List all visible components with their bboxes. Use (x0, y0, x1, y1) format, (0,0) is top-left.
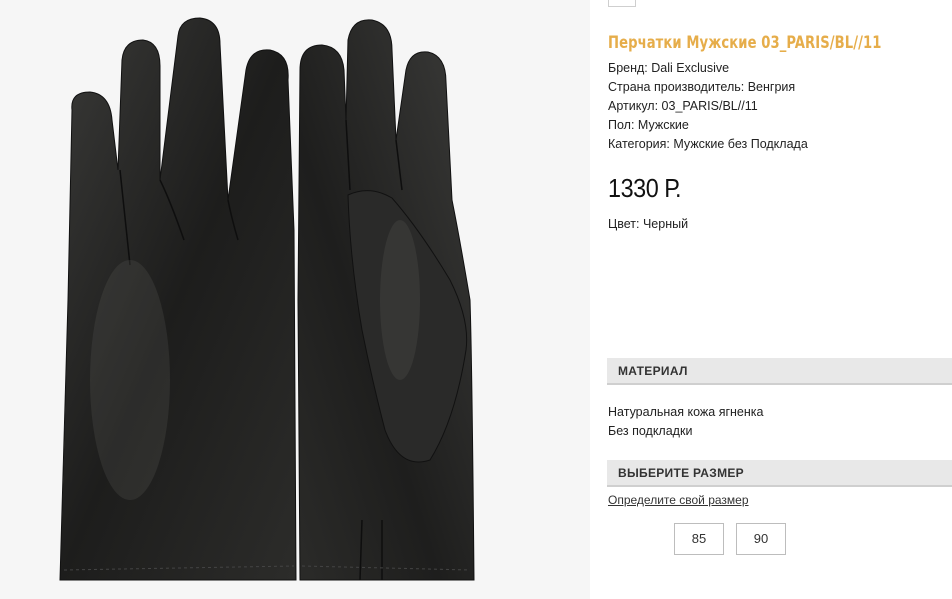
size-option-90[interactable]: 90 (736, 523, 786, 555)
gloves-illustration (59, 17, 475, 581)
product-price: 1330 Р. (608, 173, 682, 203)
product-title: Перчатки Мужские 03_PARIS/BL//11 (608, 33, 882, 53)
product-specs: Бренд: Dali Exclusive Страна производите… (608, 59, 808, 154)
size-guide-link[interactable]: Определите свой размер (608, 493, 749, 507)
size-placeholder-left (598, 510, 666, 583)
size-section-header: ВЫБЕРИТЕ РАЗМЕР (607, 460, 952, 487)
material-description: Натуральная кожа ягненка Без подкладки (608, 403, 763, 441)
spec-gender: Пол: Мужские (608, 118, 689, 132)
size-placeholder-right (798, 512, 880, 587)
product-image (0, 0, 590, 599)
thumbnail-frame[interactable] (608, 0, 636, 7)
spec-country: Страна производитель: Венгрия (608, 80, 796, 94)
color-swatch-area (607, 256, 952, 356)
size-option-85[interactable]: 85 (674, 523, 724, 555)
material-line: Без подкладки (608, 424, 693, 438)
spec-category: Категория: Мужские без Подклада (608, 137, 808, 151)
material-section-header: МАТЕРИАЛ (607, 358, 952, 385)
product-details-panel: Перчатки Мужские 03_PARIS/BL//11 Бренд: … (590, 0, 952, 599)
spec-brand: Бренд: Dali Exclusive (608, 61, 730, 75)
product-color: Цвет: Черный (608, 217, 689, 231)
spec-sku: Артикул: 03_PARIS/BL//11 (608, 99, 758, 113)
material-line: Натуральная кожа ягненка (608, 405, 764, 419)
